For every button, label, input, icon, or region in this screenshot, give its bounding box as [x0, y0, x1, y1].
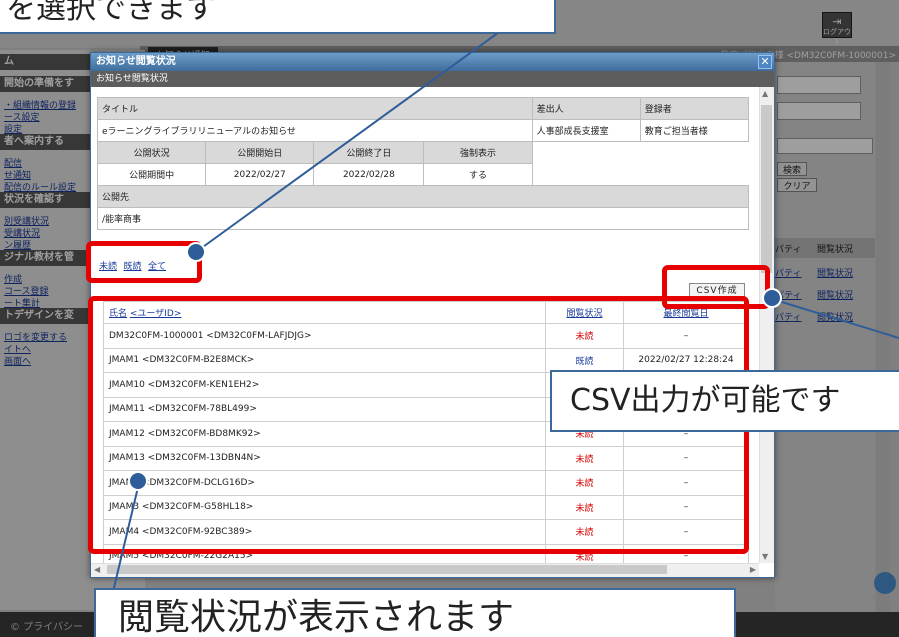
callout-bottom: 閲覧状況が表示されます: [94, 588, 736, 637]
pointer-lines: [111, 21, 899, 597]
pointer-line-csv: [771, 298, 899, 339]
callout-top: を選択できます: [0, 0, 556, 34]
pointer-line-tabs: [195, 21, 514, 253]
pointer-dot-tabs: [186, 242, 206, 262]
callout-csv: CSV出力が可能です: [550, 370, 899, 432]
pointer-dot-table: [128, 471, 148, 491]
pointer-dot-csv: [762, 288, 782, 308]
pointer-line-table: [111, 482, 140, 597]
